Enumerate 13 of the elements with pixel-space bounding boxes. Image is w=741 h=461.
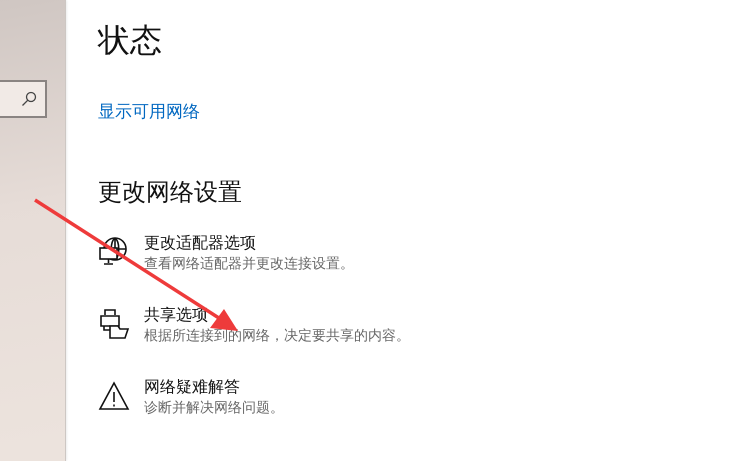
page-title: 状态 bbox=[98, 20, 163, 60]
globe-monitor-icon bbox=[98, 236, 130, 268]
printer-folder-icon bbox=[98, 308, 130, 340]
setting-description: 查看网络适配器并更改连接设置。 bbox=[144, 255, 354, 274]
setting-title[interactable]: 更改适配器选项 bbox=[144, 232, 354, 254]
available-networks-link[interactable]: 显示可用网络 bbox=[98, 100, 200, 124]
warning-icon bbox=[98, 380, 130, 412]
setting-title[interactable]: 网络疑难解答 bbox=[144, 376, 284, 398]
section-title: 更改网络设置 bbox=[98, 177, 243, 208]
search-field[interactable] bbox=[0, 80, 47, 118]
setting-description: 根据所连接到的网络，决定要共享的内容。 bbox=[144, 327, 410, 346]
setting-description: 诊断并解决网络问题。 bbox=[144, 399, 284, 418]
search-icon bbox=[21, 91, 37, 107]
